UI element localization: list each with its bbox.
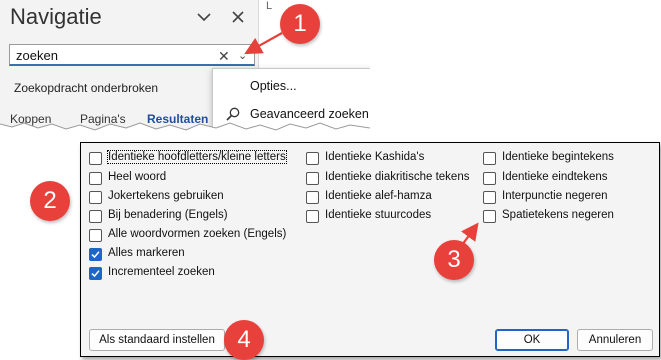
option-label: Identieke Kashida's xyxy=(325,151,425,163)
cancel-button[interactable]: Annuleren xyxy=(577,329,653,351)
callout-4: 4 xyxy=(224,320,264,360)
checkbox[interactable] xyxy=(89,210,102,223)
search-value: zoeken xyxy=(16,48,58,63)
close-icon[interactable] xyxy=(230,9,246,25)
menu-item-opties[interactable]: Opties... xyxy=(213,73,370,99)
torn-edge xyxy=(0,122,370,134)
callout-1: 1 xyxy=(280,4,320,44)
option-label: Identieke begintekens xyxy=(502,151,614,163)
checkbox[interactable] xyxy=(89,191,102,204)
callout-2: 2 xyxy=(30,181,70,221)
checkbox[interactable] xyxy=(89,172,102,185)
option-label: Interpunctie negeren xyxy=(502,190,608,202)
callout-3: 3 xyxy=(434,240,474,280)
search-options-dialog: Identieke hoofdletters/kleine letters He… xyxy=(80,142,660,357)
option-label: Heel woord xyxy=(108,171,167,183)
search-status: Zoekopdracht onderbroken xyxy=(14,81,159,95)
search-input[interactable]: zoeken ✕ ⌄ xyxy=(9,44,255,66)
checkbox[interactable] xyxy=(306,152,319,165)
dropdown-arrow-icon[interactable]: ⌄ xyxy=(238,49,247,62)
checkbox[interactable] xyxy=(306,172,319,185)
clear-icon[interactable]: ✕ xyxy=(218,48,230,65)
option-label: Alle woordvormen zoeken (Engels) xyxy=(108,228,287,240)
checkbox-checked[interactable] xyxy=(89,267,102,280)
option-label: Identieke eindtekens xyxy=(502,171,608,183)
option-label: Bij benadering (Engels) xyxy=(108,209,228,221)
checkbox[interactable] xyxy=(483,152,496,165)
ruler-mark: L xyxy=(266,0,273,12)
checkmark-icon xyxy=(91,251,100,259)
option-label: Incrementeel zoeken xyxy=(108,266,215,278)
option-label: Alles markeren xyxy=(108,247,185,259)
option-label: Identieke diakritische tekens xyxy=(325,171,470,183)
option-label: Spatietekens negeren xyxy=(502,209,614,221)
menu-item-label: Opties... xyxy=(250,79,297,93)
ok-button[interactable]: OK xyxy=(495,329,569,351)
set-default-button[interactable]: Als standaard instellen xyxy=(89,329,225,351)
checkbox[interactable] xyxy=(89,152,102,165)
checkbox[interactable] xyxy=(483,172,496,185)
checkbox[interactable] xyxy=(306,191,319,204)
checkbox[interactable] xyxy=(483,191,496,204)
pane-title: Navigatie xyxy=(10,4,102,29)
checkmark-icon xyxy=(91,270,100,278)
option-label: Identieke hoofdletters/kleine letters xyxy=(107,150,287,164)
checkbox[interactable] xyxy=(306,210,319,223)
checkbox-checked[interactable] xyxy=(89,248,102,261)
checkbox[interactable] xyxy=(89,229,102,242)
option-label: Identieke stuurcodes xyxy=(325,209,432,221)
chevron-down-icon[interactable] xyxy=(196,9,212,25)
option-label: Identieke alef-hamza xyxy=(325,190,432,202)
option-label: Jokertekens gebruiken xyxy=(108,190,224,202)
checkbox[interactable] xyxy=(483,210,496,223)
